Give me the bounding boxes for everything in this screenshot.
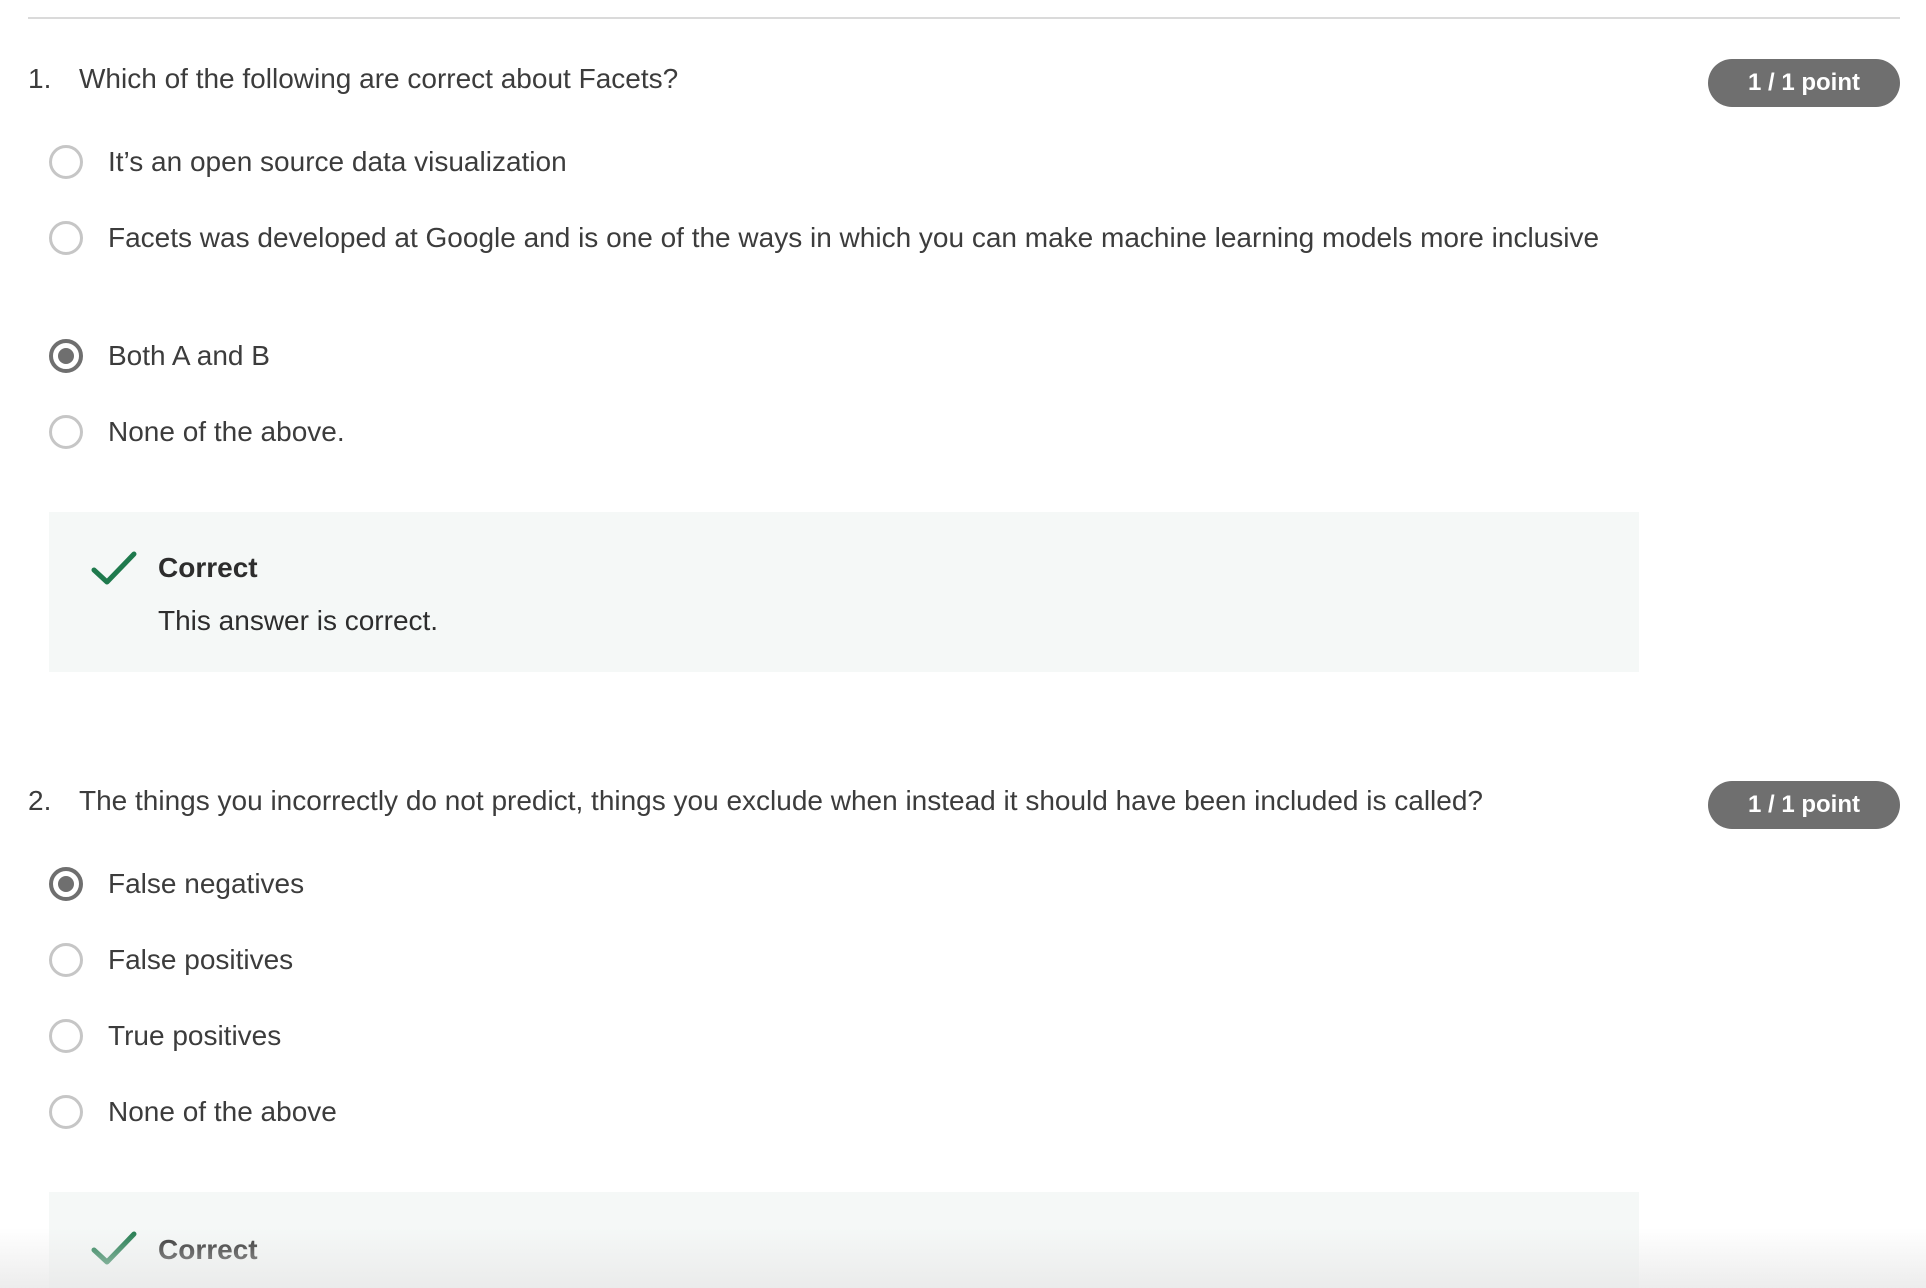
option-label: False positives (108, 944, 294, 975)
radio-button[interactable] (49, 415, 83, 449)
radio-button[interactable] (49, 145, 83, 179)
check-icon (91, 1231, 137, 1265)
feedback-text: This answer is correct. (158, 605, 439, 636)
top-divider (28, 17, 1900, 19)
radio-button[interactable] (49, 943, 83, 977)
question-number: 1. (28, 63, 52, 94)
feedback-title: Correct (158, 1234, 258, 1265)
radio-button-selected[interactable] (49, 339, 83, 373)
question-number: 2. (28, 785, 52, 816)
question-prompt: Which of the following are correct about… (79, 63, 679, 94)
option-label: It’s an open source data visualization (108, 146, 567, 177)
radio-button[interactable] (49, 1095, 83, 1129)
question-header: 1. Which of the following are correct ab… (28, 59, 1900, 107)
option-label: None of the above (108, 1096, 337, 1127)
option-label: None of the above. (108, 416, 345, 447)
feedback-title: Correct (158, 552, 258, 583)
radio-button[interactable] (49, 1019, 83, 1053)
question-header: 2. The things you incorrectly do not pre… (28, 781, 1900, 829)
check-icon (91, 551, 137, 585)
radio-button[interactable] (49, 221, 83, 255)
option-label: Both A and B (108, 340, 270, 371)
feedback-panel-2: Correct (49, 1192, 1639, 1288)
question-prompt: The things you incorrectly do not predic… (79, 785, 1483, 816)
radio-button-selected[interactable] (49, 867, 83, 901)
question-1: 1. Which of the following are correct ab… (28, 59, 1900, 107)
option-label: Facets was developed at Google and is on… (108, 222, 1600, 253)
feedback-panel-1: Correct This answer is correct. (49, 512, 1639, 672)
question-2: 2. The things you incorrectly do not pre… (28, 781, 1900, 829)
option-label: True positives (108, 1020, 282, 1051)
points-badge: 1 / 1 point (1708, 781, 1900, 829)
option-label: False negatives (108, 868, 305, 899)
points-badge: 1 / 1 point (1708, 59, 1900, 107)
